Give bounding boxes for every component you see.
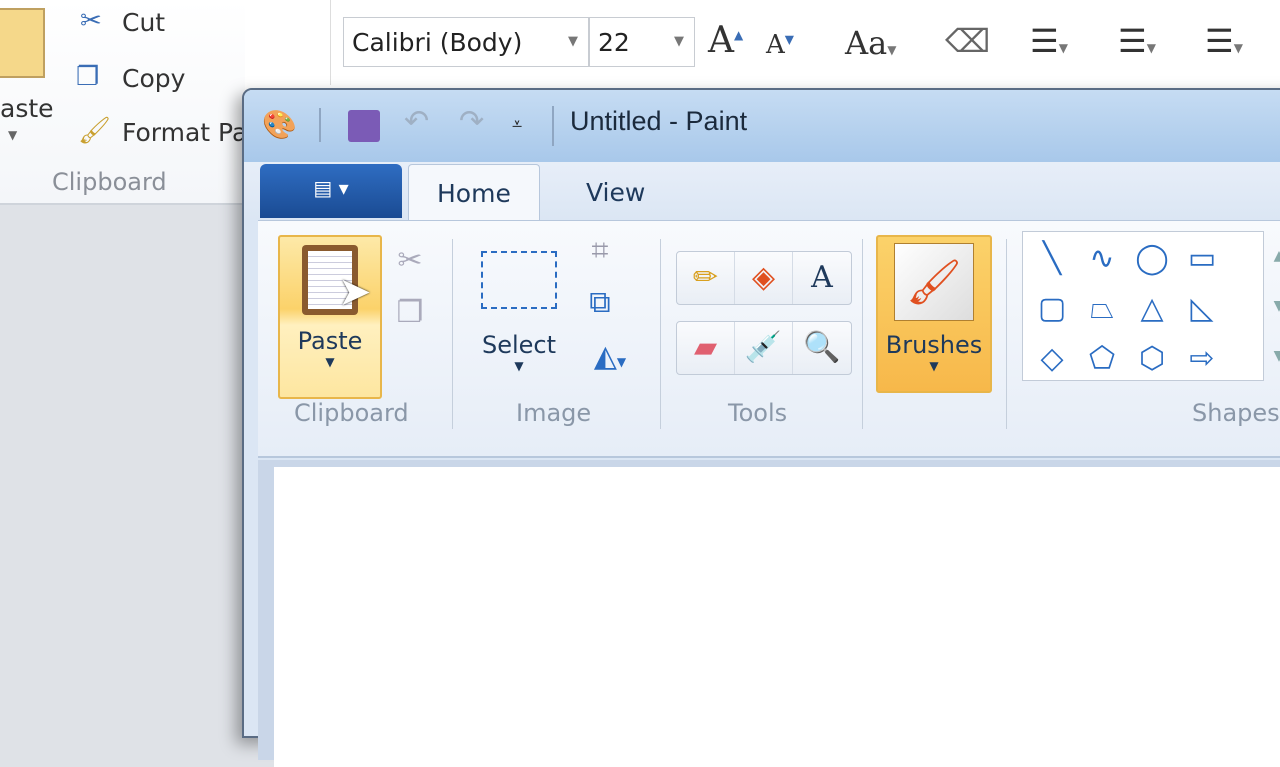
brushes-label: Brushes xyxy=(885,331,983,359)
tab-view[interactable]: View xyxy=(558,164,673,220)
curve-shape-icon[interactable]: ∿ xyxy=(1077,234,1127,284)
eraser-icon[interactable]: ▰ xyxy=(677,322,735,374)
shapes-group-label: Shapes xyxy=(1192,399,1280,427)
paste-button[interactable]: Paste ▼ xyxy=(278,235,382,399)
rectangle-shape-icon[interactable]: ▭ xyxy=(1177,234,1227,284)
tools-row-2: ▰ 💉 🔍 xyxy=(676,321,852,375)
change-case-icon: Aa xyxy=(845,24,888,62)
mouse-cursor-icon: ➤ xyxy=(338,269,372,315)
pentagon-shape-icon[interactable]: ⬠ xyxy=(1077,334,1127,384)
divider xyxy=(862,239,863,429)
shrink-font-icon: A xyxy=(766,30,785,60)
clear-formatting-icon[interactable]: ⌫ xyxy=(945,22,990,60)
chevron-down-icon: ▼ xyxy=(929,359,939,373)
rounded-rectangle-shape-icon[interactable]: ▢ xyxy=(1027,284,1077,334)
bullets-icon[interactable]: ☰▼ xyxy=(1030,22,1068,60)
triangle-shape-icon[interactable]: △ xyxy=(1127,284,1177,334)
copy-icon[interactable]: ❐ xyxy=(390,293,430,333)
polygon-shape-icon[interactable]: ⏢ xyxy=(1077,284,1127,334)
chevron-down-icon[interactable]: ▼ xyxy=(8,128,17,142)
word-clipboard-label: Clipboard xyxy=(52,168,167,196)
diamond-shape-icon[interactable]: ◇ xyxy=(1027,334,1077,384)
rotate-icon[interactable]: ◭▼ xyxy=(580,337,640,377)
paint-menu-button[interactable]: ▤ ▾ xyxy=(260,164,402,218)
ribbon-tabs: ▤ ▾ Home View xyxy=(244,162,1280,220)
paint-app-icon[interactable]: 🎨 xyxy=(262,108,297,141)
title-bar[interactable]: 🎨 ↶ ↷ ⩡ Untitled - Paint xyxy=(244,90,1280,162)
word-paste-icon[interactable] xyxy=(0,8,45,78)
word-copy-button[interactable]: Copy xyxy=(122,64,185,93)
font-family-value: Calibri (Body) xyxy=(352,28,523,57)
right-triangle-shape-icon[interactable]: ◺ xyxy=(1177,284,1227,334)
save-icon[interactable] xyxy=(348,110,380,142)
tools-row-1: ✏ ◈ A xyxy=(676,251,852,305)
chevron-down-icon: ▼ xyxy=(325,355,335,369)
numbering-icon[interactable]: ☰▼ xyxy=(1118,22,1156,60)
crop-icon[interactable]: ⌗ xyxy=(580,231,620,271)
word-clipboard-group: aste ▼ ✂ Cut ❐ Copy 🖌 Format Pa Clipboar… xyxy=(0,0,247,205)
shrink-font-button[interactable]: A▼ xyxy=(766,30,794,60)
clipboard-group-label: Clipboard xyxy=(294,399,409,427)
chevron-down-icon: ▼ xyxy=(568,34,578,49)
shapes-scrollbar[interactable]: ▲ ▼ ▼ xyxy=(1264,231,1280,381)
color-picker-icon[interactable]: 💉 xyxy=(735,322,793,374)
multilevel-list-icon[interactable]: ☰▼ xyxy=(1205,22,1243,60)
divider xyxy=(452,239,453,429)
undo-icon[interactable]: ↶ xyxy=(404,104,429,139)
window-title: Untitled - Paint xyxy=(570,106,748,136)
select-icon xyxy=(481,251,557,309)
shapes-gallery: ╲ ∿ ◯ ▭ ▢ ⏢ △ ◺ ◇ ⬠ ⬡ ⇨ xyxy=(1022,231,1264,381)
tools-group-label: Tools xyxy=(728,399,788,427)
magnifier-icon[interactable]: 🔍 xyxy=(793,322,851,374)
customize-toolbar-icon[interactable]: ⩡ xyxy=(512,114,522,135)
divider xyxy=(552,106,554,146)
fill-icon[interactable]: ◈ xyxy=(735,252,793,304)
arrow-shape-icon[interactable]: ⇨ xyxy=(1177,334,1227,384)
ribbon-home: Paste ▼ ➤ ✂ ❐ Clipboard Select ▼ ⌗ ⧉ ◭▼ … xyxy=(258,220,1280,458)
format-painter-icon: 🖌 xyxy=(78,116,112,146)
line-shape-icon[interactable]: ╲ xyxy=(1027,234,1077,284)
pencil-icon[interactable]: ✏ xyxy=(677,252,735,304)
grow-font-button[interactable]: A▲ xyxy=(708,20,743,61)
paste-label: Paste xyxy=(297,327,363,355)
image-group-label: Image xyxy=(516,399,592,427)
change-case-button[interactable]: Aa▼ xyxy=(845,24,896,62)
menu-icon: ▤ ▾ xyxy=(313,176,349,200)
select-button[interactable]: Select ▼ xyxy=(474,237,564,397)
divider xyxy=(319,108,321,142)
grow-font-icon: A xyxy=(708,20,734,61)
chevron-down-icon: ▼ xyxy=(514,359,524,373)
canvas-area xyxy=(258,460,1280,767)
font-size-dropdown[interactable]: 22 ▼ xyxy=(589,17,695,67)
chevron-down-icon: ▼ xyxy=(674,34,684,49)
copy-icon: ❐ xyxy=(76,62,100,92)
word-format-painter-button[interactable]: Format Pa xyxy=(122,118,247,147)
divider xyxy=(660,239,661,429)
word-paste-button[interactable]: aste xyxy=(0,94,54,123)
word-cut-button[interactable]: Cut xyxy=(122,8,165,37)
tab-home[interactable]: Home xyxy=(408,164,540,220)
font-family-dropdown[interactable]: Calibri (Body) ▼ xyxy=(343,17,589,67)
cut-icon[interactable]: ✂ xyxy=(390,241,430,281)
brush-icon: 🖌 xyxy=(894,243,974,321)
oval-shape-icon[interactable]: ◯ xyxy=(1127,234,1177,284)
font-size-value: 22 xyxy=(598,28,630,57)
text-icon[interactable]: A xyxy=(793,252,851,304)
divider xyxy=(1006,239,1007,429)
paint-window: 🎨 ↶ ↷ ⩡ Untitled - Paint ▤ ▾ Home View P… xyxy=(242,88,1280,767)
resize-icon[interactable]: ⧉ xyxy=(580,283,620,323)
divider xyxy=(330,0,331,85)
redo-icon[interactable]: ↷ xyxy=(459,104,484,139)
drawing-canvas[interactable] xyxy=(274,467,1280,767)
scissors-icon: ✂ xyxy=(80,6,102,36)
hexagon-shape-icon[interactable]: ⬡ xyxy=(1127,334,1177,384)
brushes-button[interactable]: 🖌 Brushes ▼ xyxy=(876,235,992,393)
select-label: Select xyxy=(481,331,557,359)
